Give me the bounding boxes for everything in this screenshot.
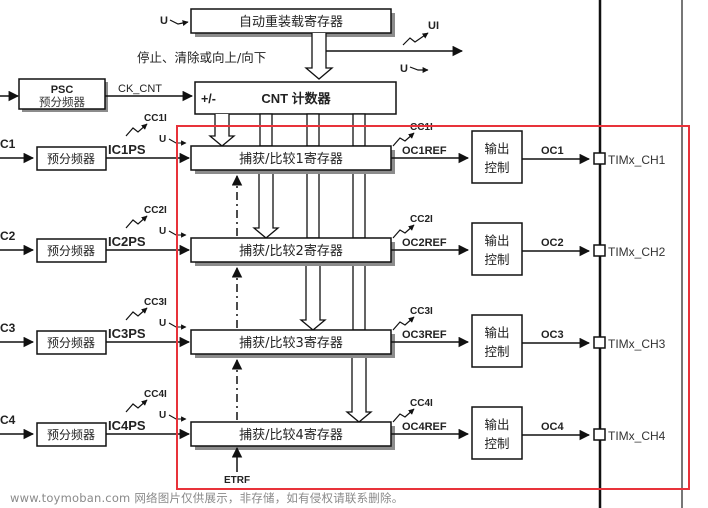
bus-arrow-reg2 [252, 170, 280, 239]
compare-irq-label: CC2I [410, 214, 433, 225]
capture-irq-zigzag-icon [125, 215, 148, 229]
arr-update-arrow [169, 19, 189, 27]
bus-column-3b [306, 169, 320, 239]
compare-irq-label: CC1I [410, 122, 433, 133]
output-control-label-line2: 控制 [484, 252, 509, 267]
cnt-sign: +/- [201, 92, 216, 106]
icps-label: IC2PS [108, 234, 146, 249]
channel-3: C3 预分频器 IC3PS CC3I U 捕获/比较3寄存器 OC3REF CC3I 输出控制 O… [0, 266, 666, 368]
input-prescaler-label: 预分频器 [47, 152, 95, 166]
oc-label: OC1 [541, 145, 564, 157]
psc-subtitle: 预分频器 [39, 95, 85, 109]
output-control-label-line2: 控制 [484, 436, 509, 451]
channel-4: C4 预分频器 IC4PS CC4I U 捕获/比较4寄存器 OC4REF CC4I 输出控制 O… [0, 358, 666, 460]
timer-block-diagram: 自动重装载寄存器 U 停止、清除或向上/向下 UI U PSC 预分频器 CK_… [0, 0, 690, 508]
pin-square [593, 152, 606, 165]
register-label: 捕获/比较2寄存器 [239, 243, 343, 259]
register-label: 捕获/比较4寄存器 [239, 427, 343, 443]
ui-label: UI [428, 20, 439, 32]
channel-input-label: C3 [0, 321, 16, 335]
cnt-label: CNT 计数器 [261, 91, 331, 106]
psc-prescaler: PSC 预分频器 [18, 78, 108, 112]
bus-arrow-reg3 [299, 262, 327, 331]
etrf-label: ETRF [224, 475, 250, 486]
capture-irq-label: CC1I [144, 113, 167, 124]
update-label: U [159, 134, 166, 145]
output-control-box [471, 222, 523, 276]
pin-square [593, 244, 606, 257]
register-label: 捕获/比较1寄存器 [239, 151, 343, 167]
compare-irq-label: CC3I [410, 306, 433, 317]
capture-irq-zigzag-icon [125, 123, 148, 137]
register-label: 捕获/比较3寄存器 [239, 335, 343, 351]
capture-irq-label: CC2I [144, 205, 167, 216]
bus-column-3a [306, 113, 320, 147]
channels: C1预分频器IC1PSCC1IU捕获/比较1寄存器OC1REFCC1I输出控制O… [0, 113, 666, 460]
watermark: www.toymoban.com 网络图片仅供展示，非存储，如有侵权请联系删除。 [10, 491, 404, 505]
channel-input-label: C1 [0, 137, 16, 151]
channel-input-label: C4 [0, 413, 16, 427]
bus-column-4b [352, 169, 366, 239]
output-control-label-line1: 输出 [484, 417, 509, 432]
ocref-label: OC4REF [402, 421, 447, 433]
bus-column-2a [259, 113, 273, 147]
bus-arrow-reg4 [345, 354, 373, 423]
pin-label: TIMx_CH3 [608, 337, 666, 351]
channel-input-label: C2 [0, 229, 16, 243]
u-out-label: U [400, 63, 408, 75]
auto-reload-register: 自动重装载寄存器 [190, 8, 395, 37]
pin-square [593, 336, 606, 349]
ui-zigzag-icon [402, 32, 429, 46]
update-label: U [159, 318, 166, 329]
input-prescaler-label: 预分频器 [47, 428, 95, 442]
output-control-label-line2: 控制 [484, 344, 509, 359]
oc-label: OC2 [541, 237, 564, 249]
auto-reload-label: 自动重装载寄存器 [239, 14, 343, 30]
update-label: U [159, 226, 166, 237]
bus-column-4a [352, 113, 366, 147]
ck-cnt-label: CK_CNT [118, 83, 162, 95]
cnt-counter: +/- CNT 计数器 [194, 81, 397, 115]
arr-update-label: U [160, 15, 168, 27]
ocref-label: OC3REF [402, 329, 447, 341]
capture-irq-zigzag-icon [125, 399, 148, 413]
output-control-label-line1: 输出 [484, 325, 509, 340]
icps-label: IC1PS [108, 142, 146, 157]
pin-label: TIMx_CH2 [608, 245, 666, 259]
ocref-label: OC2REF [402, 237, 447, 249]
input-prescaler-label: 预分频器 [47, 244, 95, 258]
output-control-label-line2: 控制 [484, 160, 509, 175]
oc-label: OC4 [541, 421, 565, 433]
channel-2: C2 预分频器 IC2PS CC2I U 捕获/比较2寄存器 OC2REF CC2I 输出控制 O… [0, 174, 666, 276]
update-label: U [159, 410, 166, 421]
bus-column-4c [352, 261, 366, 331]
output-control-box [471, 314, 523, 368]
oc-label: OC3 [541, 329, 564, 341]
channel-1: C1 预分频器 IC1PS CC1I U 捕获/比较1寄存器 OC1REF CC1I 输出控制 O… [0, 113, 666, 184]
pin-label: TIMx_CH1 [608, 153, 666, 167]
ocref-label: OC1REF [402, 145, 447, 157]
output-control-box [471, 130, 523, 184]
icps-label: IC4PS [108, 418, 146, 433]
u-out-arrow [409, 66, 429, 73]
capture-irq-zigzag-icon [125, 307, 148, 321]
arr-to-cnt-arrow [304, 33, 334, 80]
output-control-label-line1: 输出 [484, 141, 509, 156]
output-control-box [471, 406, 523, 460]
control-label: 停止、清除或向上/向下 [137, 50, 266, 65]
icps-label: IC3PS [108, 326, 146, 341]
bus-arrow-reg1 [208, 114, 236, 147]
pin-label: TIMx_CH4 [608, 429, 666, 443]
capture-irq-label: CC4I [144, 389, 167, 400]
input-prescaler-label: 预分频器 [47, 336, 95, 350]
output-control-label-line1: 输出 [484, 233, 509, 248]
capture-irq-label: CC3I [144, 297, 167, 308]
pin-square [593, 428, 606, 441]
compare-irq-label: CC4I [410, 398, 433, 409]
